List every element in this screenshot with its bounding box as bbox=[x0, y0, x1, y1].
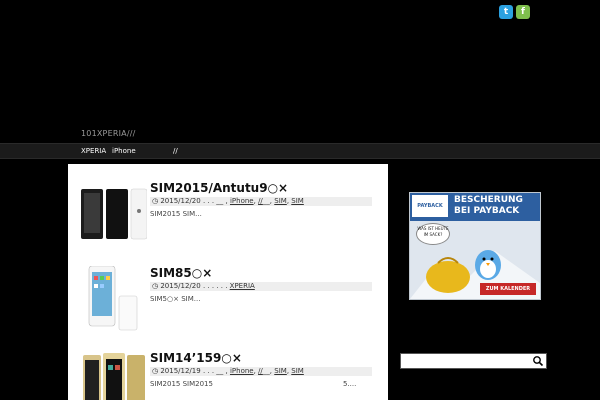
ad-headline-line2: BEI PAYBACK bbox=[454, 206, 520, 216]
ad-header: PAYBACK BESCHERUNG BEI PAYBACK bbox=[410, 193, 540, 221]
clock-icon: ◷ bbox=[152, 367, 159, 375]
category-link[interactable]: SIM bbox=[291, 197, 304, 205]
post-category-prefix: . . . __ , bbox=[202, 367, 228, 375]
category-link[interactable]: SIM bbox=[274, 197, 287, 205]
clock-icon: ◷ bbox=[152, 282, 159, 290]
post-meta: ◷ 2015/12/20 . . . . . . XPERIA bbox=[150, 282, 372, 291]
feedly-icon[interactable]: f bbox=[516, 5, 530, 19]
site-title[interactable]: 101XPERIA/// bbox=[81, 129, 136, 138]
post-meta: ◷ 2015/12/19 . . . __ , iPhone, //__, SI… bbox=[150, 367, 372, 376]
post-excerpt-more: 5.... bbox=[343, 380, 357, 388]
category-link[interactable]: SIM bbox=[291, 367, 304, 375]
post-title[interactable]: SIM14’159○× bbox=[150, 351, 242, 365]
search-box bbox=[400, 353, 547, 369]
post-excerpt: SIM5○× SIM... bbox=[150, 295, 201, 303]
category-link[interactable]: SIM bbox=[274, 367, 287, 375]
ad-cta-button[interactable]: ZUM KALENDER bbox=[480, 283, 536, 295]
post-category-prefix: . . . __ , bbox=[202, 197, 228, 205]
ad-headline: BESCHERUNG BEI PAYBACK bbox=[454, 195, 523, 217]
category-link[interactable]: XPERIA bbox=[230, 282, 255, 290]
post-category-prefix: . . . . . . bbox=[202, 282, 228, 290]
social-links: t f bbox=[499, 5, 530, 19]
search-icon[interactable] bbox=[532, 355, 544, 367]
post-title[interactable]: SIM85○× bbox=[150, 266, 212, 280]
post-meta: ◷ 2015/12/20 . . . __ , iPhone, //__, SI… bbox=[150, 197, 372, 206]
ad-headline-line1: BESCHERUNG bbox=[454, 195, 523, 205]
payback-logo: PAYBACK bbox=[412, 195, 448, 217]
nav-item-iphone[interactable]: iPhone bbox=[112, 147, 136, 155]
ad-speech-bubble: WAS IST HEUTE IM SACK? bbox=[416, 223, 450, 245]
post-thumbnail[interactable] bbox=[81, 351, 147, 400]
category-link[interactable]: iPhone bbox=[230, 197, 254, 205]
post-excerpt: SIM2015 SIM2015 bbox=[150, 380, 213, 388]
category-link[interactable]: iPhone bbox=[230, 367, 254, 375]
post-date: 2015/12/20 bbox=[160, 282, 201, 290]
post-date: 2015/12/20 bbox=[160, 197, 201, 205]
search-input[interactable] bbox=[403, 355, 528, 365]
post-list: SIM2015/Antutu9○× ◷ 2015/12/20 . . . __ … bbox=[68, 164, 388, 400]
category-suffix: __ bbox=[262, 367, 270, 375]
post-title[interactable]: SIM2015/Antutu9○× bbox=[150, 181, 288, 195]
advertisement-banner[interactable]: PAYBACK BESCHERUNG BEI PAYBACK WAS IST H… bbox=[409, 192, 541, 300]
clock-icon: ◷ bbox=[152, 197, 159, 205]
twitter-icon[interactable]: t bbox=[499, 5, 513, 19]
post-date: 2015/12/19 bbox=[160, 367, 201, 375]
post-excerpt: SIM2015 SIM... bbox=[150, 210, 202, 218]
nav-item-xperia[interactable]: XPERIA bbox=[81, 147, 106, 155]
nav-item-misc[interactable]: // bbox=[173, 147, 178, 155]
post-thumbnail[interactable] bbox=[81, 266, 147, 332]
post-thumbnail[interactable] bbox=[81, 181, 147, 247]
category-suffix: __ bbox=[262, 197, 270, 205]
main-nav: XPERIA iPhone // bbox=[0, 143, 600, 159]
